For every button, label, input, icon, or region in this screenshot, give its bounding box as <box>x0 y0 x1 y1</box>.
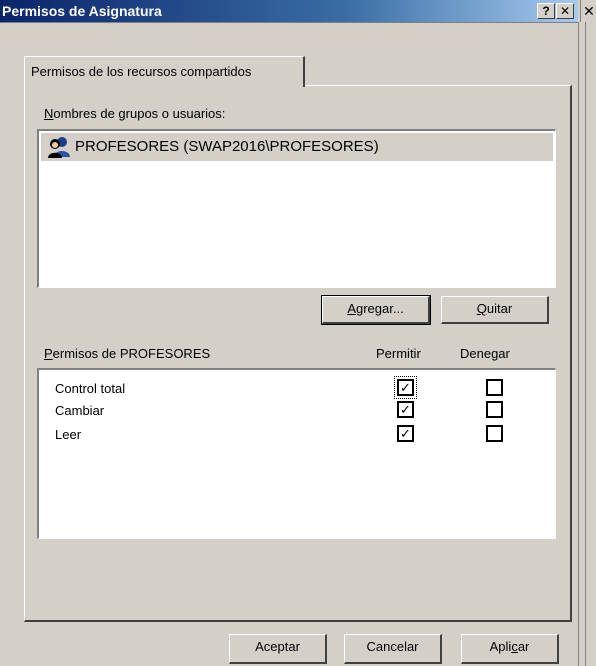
close-button[interactable]: ✕ <box>556 3 574 19</box>
permission-label: Leer <box>55 427 82 442</box>
group-name: PROFESORES (SWAP2016\PROFESORES) <box>75 138 379 155</box>
deny-column-header: Denegar <box>460 346 510 361</box>
deny-checkbox-control-total[interactable] <box>486 379 503 396</box>
background-window-close-icon[interactable]: ✕ <box>580 0 596 22</box>
list-item[interactable]: PROFESORES (SWAP2016\PROFESORES) <box>41 133 553 161</box>
allow-checkbox-control-total[interactable]: ✓ <box>394 376 417 399</box>
deny-checkbox-cambiar[interactable] <box>486 401 503 418</box>
apply-button[interactable]: Aplicar <box>461 634 559 664</box>
permission-label: Control total <box>55 381 126 396</box>
ok-button[interactable]: Aceptar <box>229 634 327 664</box>
deny-checkbox-leer[interactable] <box>486 425 503 442</box>
background-window-edge <box>578 22 596 666</box>
allow-checkbox-leer[interactable]: ✓ <box>397 425 414 442</box>
help-button[interactable]: ? <box>537 3 555 19</box>
window-title: Permisos de Asignatura <box>2 3 162 19</box>
allow-checkbox-cambiar[interactable]: ✓ <box>397 401 414 418</box>
group-icon <box>48 137 70 158</box>
remove-button[interactable]: Quitar <box>441 296 549 324</box>
tab-label: Permisos de los recursos compartidos <box>31 64 252 79</box>
add-button[interactable]: Agregar... <box>321 295 431 325</box>
groups-list[interactable]: PROFESORES (SWAP2016\PROFESORES) <box>37 129 556 288</box>
allow-column-header: Permitir <box>376 346 421 361</box>
tab-shared-permissions[interactable]: Permisos de los recursos compartidos <box>24 56 305 87</box>
cancel-button[interactable]: Cancelar <box>344 634 442 664</box>
title-bar[interactable]: Permisos de Asignatura ? ✕ <box>0 0 578 23</box>
groups-label: Nombres de grupos o usuarios: <box>44 106 226 121</box>
permissions-label: Permisos de PROFESORES <box>44 346 211 361</box>
permissions-list: Control total ✓ Cambiar ✓ Leer ✓ <box>37 368 556 539</box>
permission-label: Cambiar <box>55 403 105 418</box>
